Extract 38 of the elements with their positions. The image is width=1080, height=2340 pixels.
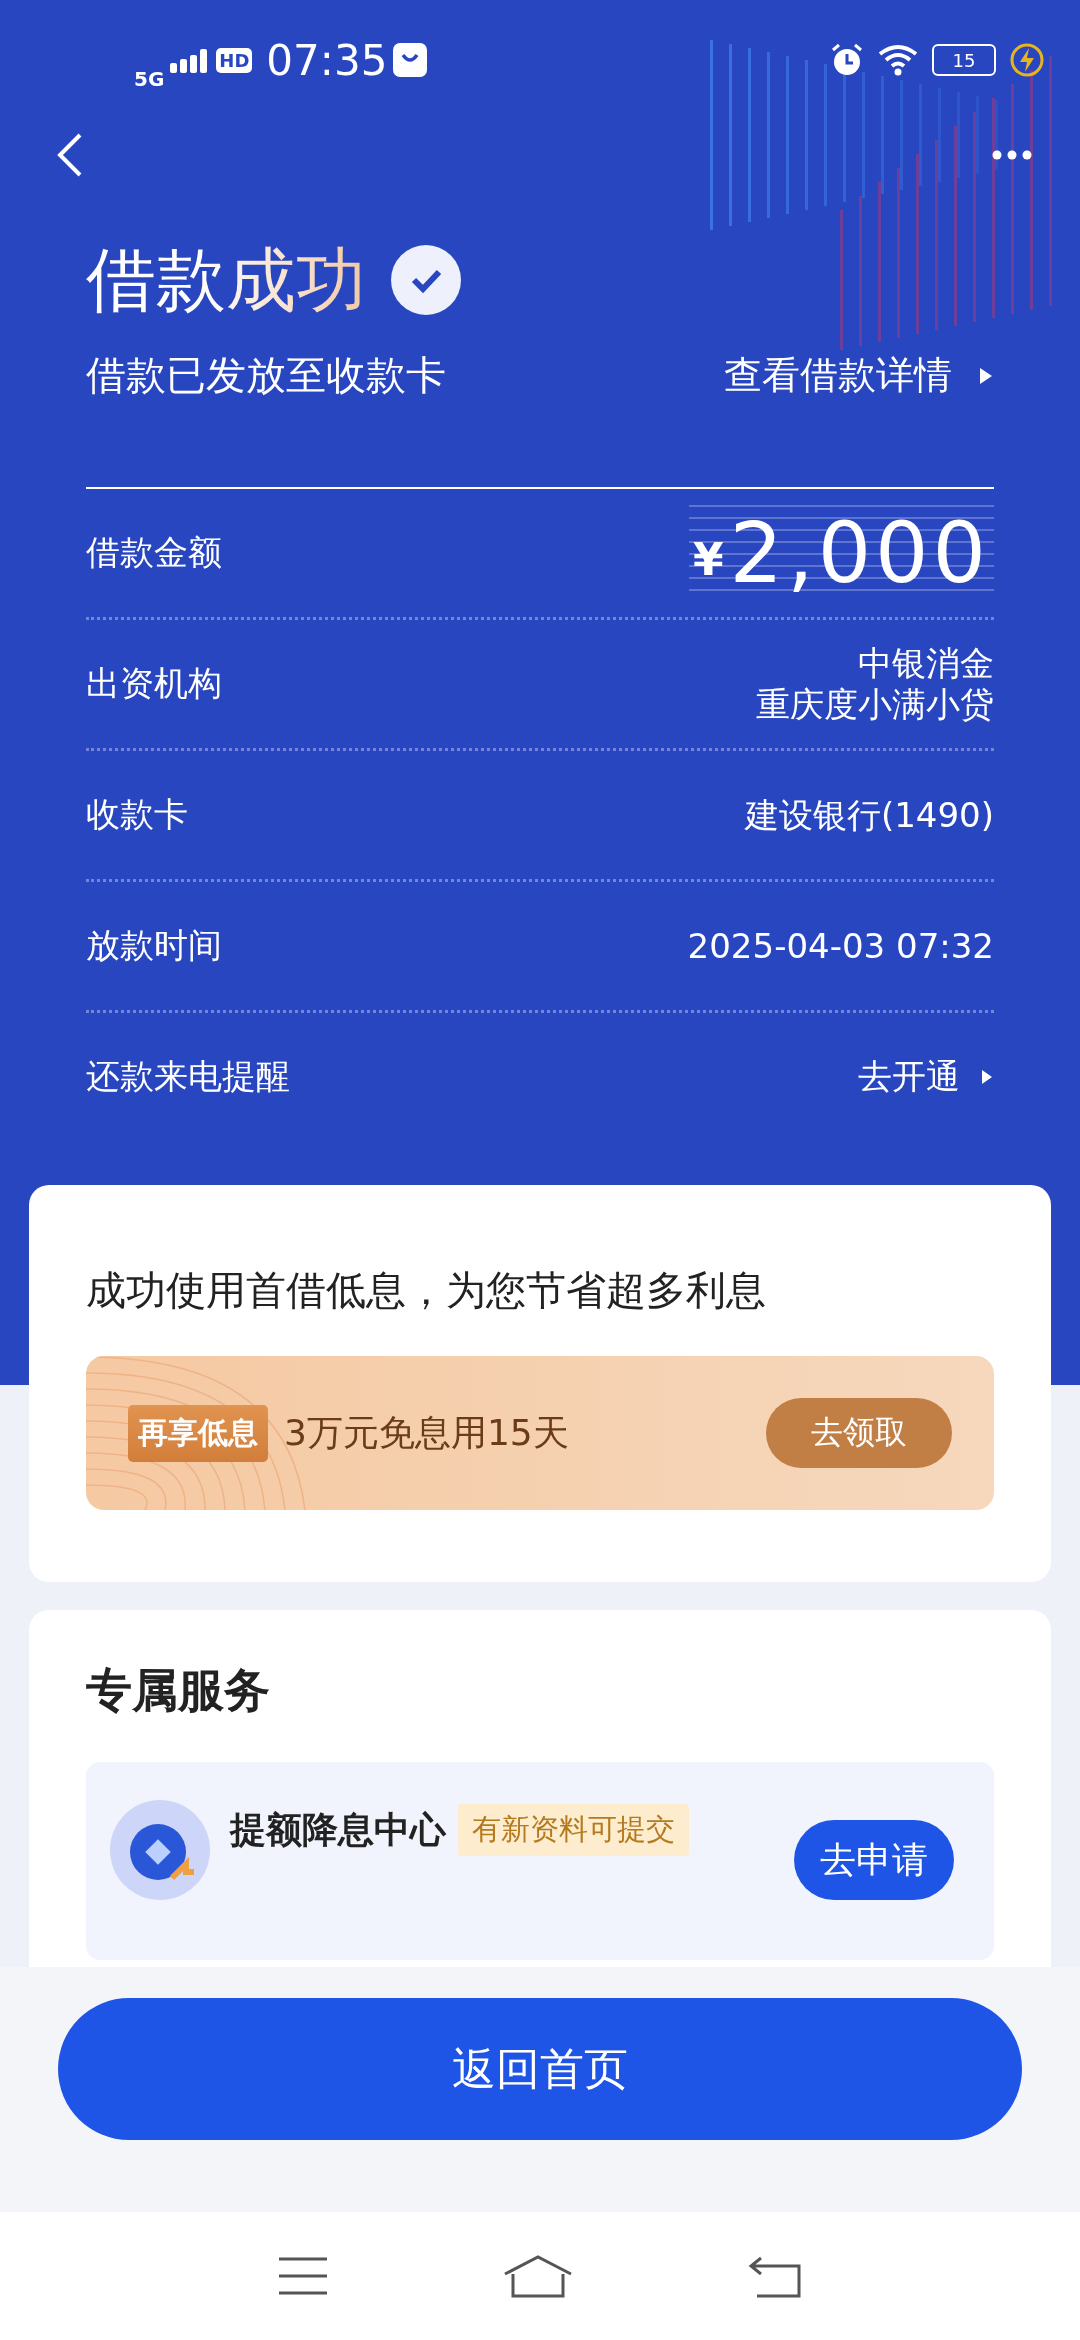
back-icon[interactable] xyxy=(56,132,84,178)
field-label: 收款卡 xyxy=(86,793,188,836)
apply-button[interactable]: 去申请 xyxy=(794,1820,954,1900)
service-badge: 有新资料可提交 xyxy=(458,1804,689,1856)
battery-level: 15 xyxy=(932,44,996,76)
offer-tag: 再享低息 xyxy=(128,1404,268,1462)
alarm-icon xyxy=(830,43,864,77)
field-value: 建设银行(1490) xyxy=(744,794,994,836)
clock-time: 07:35 xyxy=(266,35,388,85)
subtitle: 借款已发放至收款卡 xyxy=(86,351,446,400)
field-label: 出资机构 xyxy=(86,662,222,705)
network-label: 5G xyxy=(134,67,165,91)
coin-icon xyxy=(110,1800,210,1900)
activate-link[interactable]: 去开通 xyxy=(858,1054,994,1100)
offer-text: 3万元免息用15天 xyxy=(284,1410,569,1455)
claim-button[interactable]: 去领取 xyxy=(766,1398,952,1468)
home-icon[interactable] xyxy=(503,2254,573,2298)
caret-icon xyxy=(980,1068,994,1086)
charging-icon xyxy=(1010,43,1044,77)
field-value: 重庆度小满小贷 xyxy=(756,684,994,725)
wifi-icon xyxy=(878,44,918,76)
field-label: 放款时间 xyxy=(86,924,222,967)
menu-icon[interactable] xyxy=(277,2256,329,2296)
section-title: 专属服务 xyxy=(86,1662,271,1719)
field-label: 还款来电提醒 xyxy=(86,1055,290,1098)
caret-icon xyxy=(978,365,994,386)
field-value: 2025-04-03 07:32 xyxy=(687,925,994,967)
savings-headline: 成功使用首借低息，为您节省超多利息 xyxy=(86,1266,767,1315)
field-label: 借款金额 xyxy=(86,531,222,574)
back-icon[interactable] xyxy=(747,2254,803,2298)
home-button[interactable]: 返回首页 xyxy=(58,1998,1022,2140)
details-link[interactable]: 查看借款详情 xyxy=(724,350,994,401)
field-value: 中银消金 xyxy=(857,643,994,684)
more-icon[interactable] xyxy=(992,150,1032,160)
bag-icon xyxy=(393,43,428,77)
service-name: 提额降息中心 xyxy=(230,1807,446,1852)
check-icon xyxy=(390,244,462,316)
hd-badge: HD xyxy=(216,47,253,73)
